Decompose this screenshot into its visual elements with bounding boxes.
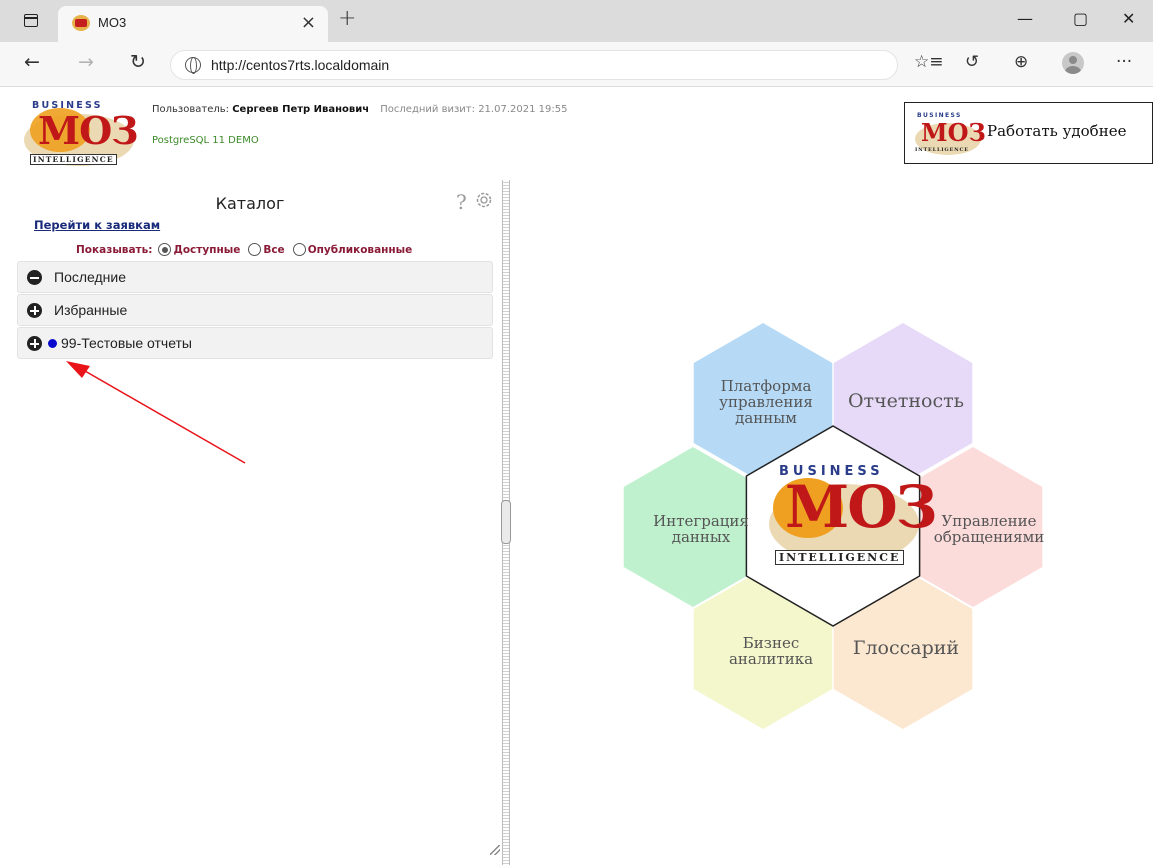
address-bar-row: ← → ↻ http://centos7rts.localdomain ☆≡ ↺… [0,42,1153,87]
reload-button[interactable]: ↻ [130,51,146,73]
help-icon[interactable]: ? [456,190,467,214]
url-input[interactable]: http://centos7rts.localdomain [170,50,898,80]
splitter-handle[interactable] [501,500,511,544]
goto-requests-link[interactable]: Перейти к заявкам [34,218,160,232]
radio-all-label[interactable]: Все [263,244,284,256]
show-filter: Показывать: Доступные Все Опубликованные [76,243,414,256]
hex-label-data-platform[interactable]: Платформа управления данным [701,378,831,426]
last-visit: Последний визит: 21.07.2021 19:55 [380,104,568,115]
moz-logo[interactable]: BUSINESS МОЗ INTELLIGENCE [18,92,140,170]
globe-icon[interactable] [185,57,201,74]
hex-label-request-management[interactable]: Управление обращениями [929,513,1049,545]
promo-logo: BUSINESS МОЗ INTELLIGENCE [915,112,986,155]
tab-title: MO3 [98,15,127,30]
radio-published-label[interactable]: Опубликованные [308,244,413,256]
radio-available[interactable] [158,243,172,256]
forward-button[interactable]: → [78,51,94,73]
tab-close-icon[interactable]: × [301,12,316,33]
user-name: Сергеев Петр Иванович [232,104,370,115]
close-window-button[interactable]: ✕ [1122,9,1135,28]
back-button[interactable]: ← [24,51,40,73]
hex-label-reporting[interactable]: Отчетность [841,392,971,411]
browser-tab[interactable]: MO3 × [58,6,328,42]
hex-label-glossary[interactable]: Глоссарий [841,639,971,658]
collections-icon[interactable]: ⊕ [1014,52,1028,72]
app-header: BUSINESS МОЗ INTELLIGENCE Пользователь: … [0,88,1153,178]
restore-button[interactable]: ▢ [1073,9,1088,28]
site-favicon-icon [72,15,90,31]
hex-label-bi[interactable]: Бизнес аналитика [711,635,831,667]
radio-all[interactable] [248,243,262,256]
center-logo-intelligence-text: INTELLIGENCE [775,550,905,565]
logo-intelligence-text: INTELLIGENCE [30,154,117,165]
catalog-item-label: Избранные [54,302,128,318]
center-moz-logo: BUSINESS МОЗ INTELLIGENCE [761,456,938,576]
center-logo-name-text: МОЗ [785,473,938,541]
expand-icon[interactable] [27,303,42,318]
tab-actions-icon[interactable] [24,14,38,27]
favorites-icon[interactable]: ☆≡ [914,52,943,72]
profile-icon[interactable] [1062,52,1084,74]
browser-tab-bar: MO3 × + — ▢ ✕ [0,0,1153,42]
logo-name-text: МОЗ [38,108,139,153]
catalog-item-recent[interactable]: Последние [17,261,493,293]
catalog-title: Каталог [215,194,285,213]
history-icon[interactable]: ↺ [965,52,979,72]
resize-grip-icon[interactable] [490,845,500,855]
user-info: Пользователь: Сергеев Петр Иванович Посл… [152,104,567,115]
catalog-item-test-reports[interactable]: 99-Тестовые отчеты [17,327,493,359]
new-tab-button[interactable]: + [338,6,356,31]
catalog-item-favorites[interactable]: Избранные [17,294,493,326]
catalog-panel: Каталог ? Перейти к заявкам Показывать: … [0,180,500,865]
gear-icon[interactable] [474,190,494,210]
more-icon[interactable]: ··· [1116,52,1132,72]
status-dot-icon [48,339,57,348]
radio-published[interactable] [292,243,306,256]
expand-icon[interactable] [27,336,42,351]
radio-available-label[interactable]: Доступные [173,244,240,256]
panel-splitter[interactable] [501,180,511,865]
promo-banner[interactable]: BUSINESS МОЗ INTELLIGENCE Работать удобн… [904,102,1153,164]
promo-text: Работать удобнее [987,122,1127,140]
url-text[interactable]: http://centos7rts.localdomain [211,57,389,73]
catalog-item-label: 99-Тестовые отчеты [61,335,192,351]
show-label: Показывать: [76,243,153,256]
hex-label-data-integration[interactable]: Интеграция данных [641,513,761,545]
collapse-icon[interactable] [27,270,42,285]
user-label: Пользователь: [152,104,230,115]
catalog-item-label: Последние [54,269,127,285]
welcome-panel: Платформа управления данным Отчетность И… [511,180,1153,865]
database-name: PostgreSQL 11 DEMO [152,135,259,146]
minimize-button[interactable]: — [1017,9,1033,28]
